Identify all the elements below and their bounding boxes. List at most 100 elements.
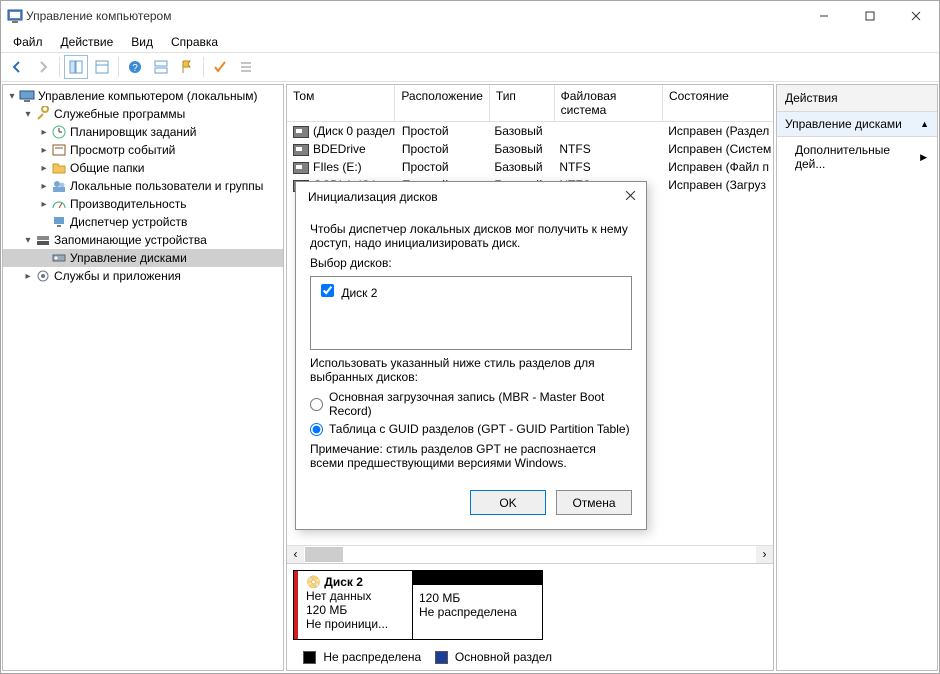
disk-name: Диск 2 — [324, 575, 363, 589]
cell: Простой — [396, 158, 488, 176]
select-disks-label: Выбор дисков: — [310, 256, 632, 270]
dialog-close-button[interactable] — [625, 190, 636, 204]
partition-style-label: Использовать указанный ниже стиль раздел… — [310, 356, 632, 384]
cell: Исправен (Загруз — [662, 176, 773, 194]
actions-more[interactable]: Дополнительные дей... ▶ — [777, 137, 937, 177]
col-type[interactable]: Тип — [490, 85, 555, 121]
tree-label: Производительность — [70, 197, 186, 211]
tree-event-viewer[interactable]: ▸ Просмотр событий — [3, 141, 283, 159]
disk-checkbox-label: Диск 2 — [341, 286, 377, 300]
services-icon — [35, 268, 51, 284]
menu-action[interactable]: Действие — [53, 33, 122, 51]
column-headers[interactable]: Том Расположение Тип Файловая система Со… — [287, 85, 773, 122]
table-row[interactable]: FIles (E:) Простой Базовый NTFS Исправен… — [287, 158, 773, 176]
tree-performance[interactable]: ▸ Производительность — [3, 195, 283, 213]
titlebar: Управление компьютером — [1, 1, 939, 31]
error-strip-icon — [294, 571, 298, 639]
dialog-note: Примечание: стиль разделов GPT не распоз… — [310, 442, 632, 470]
folder-icon — [51, 160, 67, 176]
radio-gpt[interactable] — [310, 423, 323, 436]
minimize-button[interactable] — [801, 1, 847, 31]
toolbar-divider — [203, 57, 204, 77]
vol-size: 120 МБ — [419, 591, 460, 605]
actions-pane: Действия Управление дисками ▲ Дополнител… — [776, 84, 938, 671]
disk-volume[interactable]: 120 МБ Не распределена — [413, 570, 543, 640]
nav-back-button[interactable] — [5, 55, 29, 79]
tree-storage[interactable]: ▾ Запоминающие устройства — [3, 231, 283, 249]
table-row[interactable]: BDEDrive Простой Базовый NTFS Исправен (… — [287, 140, 773, 158]
nav-tree[interactable]: ▾ Управление компьютером (локальным) ▾ С… — [2, 84, 284, 671]
dialog-titlebar: Инициализация дисков — [296, 182, 646, 212]
tree-shared-folders[interactable]: ▸ Общие папки — [3, 159, 283, 177]
tree-disk-management[interactable]: Управление дисками — [3, 249, 283, 267]
toolbar-tree-button[interactable] — [64, 55, 88, 79]
cancel-button[interactable]: Отмена — [556, 490, 632, 515]
disk-select-listbox[interactable]: Диск 2 — [310, 276, 632, 350]
toolbar-divider — [59, 57, 60, 77]
disk-header[interactable]: 📀 Диск 2 Нет данных 120 МБ Не проиници..… — [293, 570, 413, 640]
expand-icon[interactable]: ▸ — [37, 163, 51, 174]
col-layout[interactable]: Расположение — [395, 85, 490, 121]
toolbar-props-button[interactable] — [90, 55, 114, 79]
radio-gpt-row[interactable]: Таблица с GUID разделов (GPT - GUID Part… — [310, 422, 632, 436]
vol-state: Не распределена — [419, 605, 517, 619]
expand-icon[interactable]: ▸ — [37, 199, 51, 210]
cell: Простой — [396, 140, 488, 158]
toolbar-flag-button[interactable] — [175, 55, 199, 79]
scroll-right-button[interactable]: › — [756, 546, 773, 563]
tree-task-scheduler[interactable]: ▸ Планировщик заданий — [3, 123, 283, 141]
maximize-button[interactable] — [847, 1, 893, 31]
tree-local-users[interactable]: ▸ Локальные пользователи и группы — [3, 177, 283, 195]
tree-services-apps[interactable]: ▸ Службы и приложения — [3, 267, 283, 285]
table-row[interactable]: (Диск 0 раздел 3) Простой Базовый Исправ… — [287, 122, 773, 140]
radio-mbr-row[interactable]: Основная загрузочная запись (MBR - Maste… — [310, 390, 632, 418]
radio-mbr[interactable] — [310, 398, 323, 411]
menubar: Файл Действие Вид Справка — [1, 31, 939, 52]
disk-checkbox[interactable] — [321, 284, 334, 297]
col-state[interactable]: Состояние — [663, 85, 773, 121]
col-fs[interactable]: Файловая система — [555, 85, 663, 121]
menu-file[interactable]: Файл — [5, 33, 51, 51]
collapse-icon[interactable]: ▾ — [21, 109, 35, 120]
cell: Базовый — [488, 122, 553, 140]
close-button[interactable] — [893, 1, 939, 31]
expand-icon[interactable]: ▸ — [37, 127, 51, 138]
expand-icon[interactable]: ▸ — [21, 271, 35, 282]
tree-label: Общие папки — [70, 161, 144, 175]
legend: Не распределена Основной раздел — [293, 650, 767, 664]
expand-icon[interactable]: ▸ — [37, 181, 51, 192]
legend-swatch-unallocated — [303, 651, 316, 664]
toolbar-layout-button[interactable] — [149, 55, 173, 79]
tree-label: Просмотр событий — [70, 143, 175, 157]
toolbar-list-button[interactable] — [234, 55, 258, 79]
menu-view[interactable]: Вид — [123, 33, 161, 51]
toolbar-check-button[interactable] — [208, 55, 232, 79]
cell: NTFS — [553, 140, 662, 158]
scroll-left-button[interactable]: ‹ — [287, 546, 304, 563]
svg-text:?: ? — [132, 63, 138, 74]
nav-forward-button[interactable] — [31, 55, 55, 79]
tree-root[interactable]: ▾ Управление компьютером (локальным) — [3, 87, 283, 105]
disk-row[interactable]: 📀 Диск 2 Нет данных 120 МБ Не проиници..… — [293, 570, 767, 640]
h-scrollbar[interactable]: ‹ › — [287, 545, 773, 563]
event-icon — [51, 142, 67, 158]
tree-device-manager[interactable]: Диспетчер устройств — [3, 213, 283, 231]
menu-help[interactable]: Справка — [163, 33, 226, 51]
ok-button[interactable]: OK — [470, 490, 546, 515]
col-volume[interactable]: Том — [287, 85, 395, 121]
collapse-icon[interactable]: ▾ — [21, 235, 35, 246]
volume-icon — [293, 126, 309, 138]
disk-size: 120 МБ — [306, 603, 347, 617]
actions-section[interactable]: Управление дисками ▲ — [777, 112, 937, 137]
scroll-thumb[interactable] — [305, 547, 343, 562]
legend-label: Не распределена — [323, 650, 421, 664]
toolbar-help-button[interactable]: ? — [123, 55, 147, 79]
tree-services-tools[interactable]: ▾ Служебные программы — [3, 105, 283, 123]
disk-checkbox-row[interactable]: Диск 2 — [317, 286, 377, 300]
tree-label: Локальные пользователи и группы — [70, 179, 263, 193]
collapse-icon[interactable]: ▾ — [5, 91, 19, 102]
cell: NTFS — [553, 158, 662, 176]
volume-icon — [293, 144, 309, 156]
expand-icon[interactable]: ▸ — [37, 145, 51, 156]
volume-list[interactable]: Том Расположение Тип Файловая система Со… — [287, 85, 773, 194]
